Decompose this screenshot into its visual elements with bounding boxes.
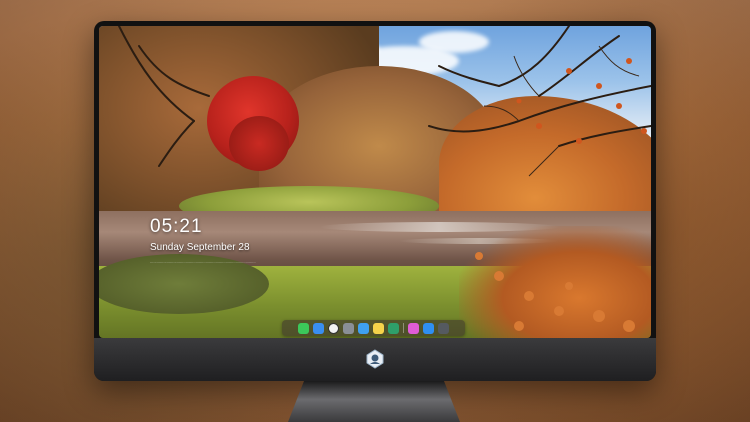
clock-icon[interactable] — [328, 322, 339, 334]
dock — [282, 320, 465, 336]
camera-icon[interactable] — [438, 322, 449, 334]
video-icon[interactable] — [358, 322, 369, 334]
mail-icon[interactable] — [313, 322, 324, 334]
lock-screen-date: Sunday September 28 — [150, 242, 250, 253]
lock-screen-notification: ........................................… — [150, 259, 256, 264]
brand-logo-icon — [366, 349, 384, 369]
monitor: 05:21 Sunday September 28 ..............… — [94, 21, 656, 381]
dock-separator — [403, 323, 404, 333]
lock-screen-time: 05:21 — [150, 216, 203, 237]
monitor-stand — [288, 381, 460, 422]
monitor-chin — [94, 338, 656, 381]
lock-screen[interactable]: 05:21 Sunday September 28 ..............… — [99, 26, 651, 338]
wallpaper-branches — [118, 26, 651, 332]
calculator-icon[interactable] — [343, 322, 354, 334]
app-store-icon[interactable] — [423, 322, 434, 334]
notes-icon[interactable] — [373, 322, 384, 334]
messages-icon[interactable] — [298, 322, 309, 334]
music-icon[interactable] — [408, 322, 419, 334]
photos-icon[interactable] — [388, 322, 399, 334]
